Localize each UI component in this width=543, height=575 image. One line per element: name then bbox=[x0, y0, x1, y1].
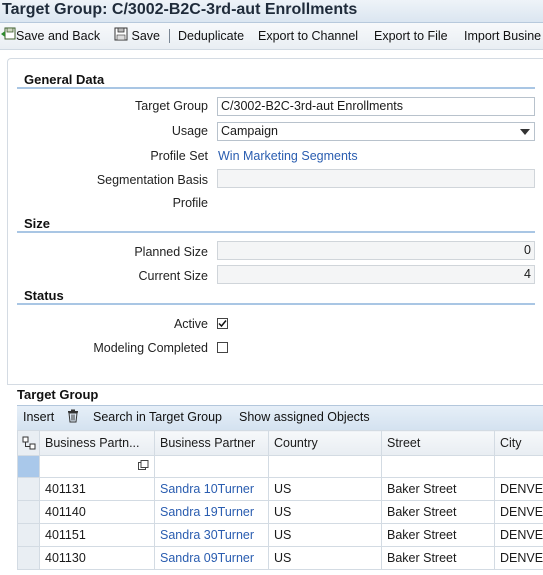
cell-street: Baker Street bbox=[381, 477, 495, 501]
table-row: 401130 Sandra 09Turner US Baker Street D… bbox=[17, 546, 543, 570]
filter-cell-bp-id[interactable] bbox=[39, 455, 155, 478]
cell-street: Baker Street bbox=[381, 546, 495, 570]
save-and-back-button[interactable]: Save and Back bbox=[0, 27, 100, 45]
row-selector[interactable] bbox=[17, 500, 40, 524]
status-heading: Status bbox=[17, 288, 535, 305]
save-and-back-label: Save and Back bbox=[16, 29, 101, 43]
table-row: 401140 Sandra 19Turner US Baker Street D… bbox=[17, 500, 543, 524]
filter-cell-city[interactable] bbox=[494, 455, 543, 478]
usage-select[interactable]: Campaign bbox=[217, 122, 535, 141]
usage-label: Usage bbox=[171, 124, 208, 138]
filter-cell-business-partner[interactable] bbox=[154, 455, 269, 478]
cell-country: US bbox=[268, 523, 382, 547]
search-in-target-group-button[interactable]: Search in Target Group bbox=[93, 410, 222, 424]
cell-bp-id: 401130 bbox=[39, 546, 155, 570]
import-business-button[interactable]: Import Busine bbox=[464, 27, 541, 45]
filter-row bbox=[17, 455, 543, 478]
target-group-field[interactable]: C/3002-B2C-3rd-aut Enrollments bbox=[217, 97, 535, 116]
column-settings-icon[interactable] bbox=[17, 430, 40, 456]
column-header-bp-id[interactable]: Business Partn... bbox=[39, 430, 155, 456]
cell-city: DENVE bbox=[494, 477, 543, 501]
cell-bp-id: 401131 bbox=[39, 477, 155, 501]
page-title: Target Group: C/3002-B2C-3rd-aut Enrollm… bbox=[2, 1, 358, 18]
filter-cell-country[interactable] bbox=[268, 455, 382, 478]
export-to-channel-button[interactable]: Export to Channel bbox=[258, 27, 358, 45]
business-partner-link[interactable]: Sandra 30Turner bbox=[160, 528, 254, 542]
current-size-field[interactable]: 4 bbox=[217, 265, 535, 284]
active-checkbox[interactable] bbox=[217, 318, 228, 329]
filter-row-selector[interactable] bbox=[17, 455, 40, 478]
chevron-down-icon[interactable] bbox=[516, 123, 534, 140]
planned-size-label: Planned Size bbox=[134, 245, 208, 259]
save-and-back-icon bbox=[0, 27, 16, 46]
save-button[interactable]: Save bbox=[114, 27, 160, 45]
general-data-heading: General Data bbox=[17, 72, 535, 89]
cell-city: DENVE bbox=[494, 523, 543, 547]
deduplicate-button[interactable]: Deduplicate bbox=[178, 27, 244, 45]
toolbar: Save and Back Save Deduplicate Export to… bbox=[0, 23, 543, 50]
segmentation-basis-field[interactable] bbox=[217, 169, 535, 188]
cell-street: Baker Street bbox=[381, 523, 495, 547]
column-header-business-partner[interactable]: Business Partner bbox=[154, 430, 269, 456]
segmentation-basis-label: Segmentation Basis bbox=[96, 173, 208, 187]
cell-bp-id: 401140 bbox=[39, 500, 155, 524]
profile-label: Profile bbox=[172, 196, 208, 210]
cell-city: DENVE bbox=[494, 546, 543, 570]
insert-button[interactable]: Insert bbox=[23, 410, 54, 424]
row-selector[interactable] bbox=[17, 477, 40, 501]
cell-country: US bbox=[268, 477, 382, 501]
export-to-file-button[interactable]: Export to File bbox=[374, 27, 448, 45]
usage-value: Campaign bbox=[221, 124, 278, 138]
cell-street: Baker Street bbox=[381, 500, 495, 524]
business-partner-link[interactable]: Sandra 10Turner bbox=[160, 482, 254, 496]
checkmark-icon bbox=[218, 320, 227, 328]
table-row: 401131 Sandra 10Turner US Baker Street D… bbox=[17, 477, 543, 501]
target-group-table-title: Target Group bbox=[17, 387, 99, 402]
target-group-table: Business Partn... Business Partner Count… bbox=[17, 430, 543, 570]
title-bar: Target Group: C/3002-B2C-3rd-aut Enrollm… bbox=[0, 0, 543, 23]
profile-set-label: Profile Set bbox=[150, 149, 208, 163]
row-selector[interactable] bbox=[17, 523, 40, 547]
cell-bp-id: 401151 bbox=[39, 523, 155, 547]
filter-icon[interactable] bbox=[138, 459, 149, 474]
planned-size-field[interactable]: 0 bbox=[217, 241, 535, 260]
toolbar-separator bbox=[169, 29, 170, 43]
modeling-completed-checkbox[interactable] bbox=[217, 342, 228, 353]
table-toolbar: Insert Search in Target Group Show assig… bbox=[17, 405, 543, 431]
row-selector[interactable] bbox=[17, 546, 40, 570]
filter-cell-street[interactable] bbox=[381, 455, 495, 478]
cell-country: US bbox=[268, 546, 382, 570]
profile-set-link[interactable]: Win Marketing Segments bbox=[218, 149, 358, 163]
target-group-label: Target Group bbox=[135, 99, 208, 113]
column-header-street[interactable]: Street bbox=[381, 430, 495, 456]
modeling-completed-label: Modeling Completed bbox=[93, 341, 208, 355]
active-label: Active bbox=[173, 317, 208, 331]
business-partner-link[interactable]: Sandra 09Turner bbox=[160, 551, 254, 565]
save-label: Save bbox=[131, 29, 160, 43]
column-header-country[interactable]: Country bbox=[268, 430, 382, 456]
table-row: 401151 Sandra 30Turner US Baker Street D… bbox=[17, 523, 543, 547]
business-partner-link[interactable]: Sandra 19Turner bbox=[160, 505, 254, 519]
column-header-city[interactable]: City bbox=[494, 430, 543, 456]
trash-icon[interactable] bbox=[67, 409, 79, 426]
floppy-disk-icon bbox=[114, 27, 128, 46]
cell-city: DENVE bbox=[494, 500, 543, 524]
current-size-label: Current Size bbox=[138, 269, 208, 283]
show-assigned-objects-button[interactable]: Show assigned Objects bbox=[239, 410, 370, 424]
cell-country: US bbox=[268, 500, 382, 524]
size-heading: Size bbox=[17, 216, 535, 233]
table-header-row: Business Partn... Business Partner Count… bbox=[17, 430, 543, 456]
